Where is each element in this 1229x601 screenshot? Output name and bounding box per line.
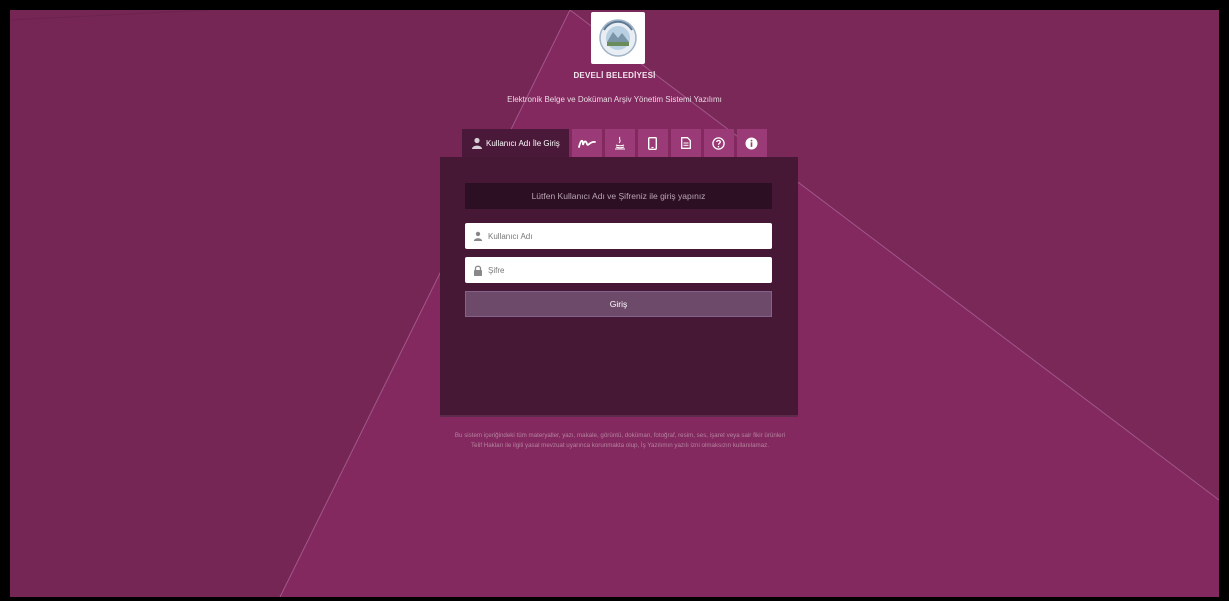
user-icon xyxy=(472,137,482,149)
user-icon xyxy=(473,231,483,241)
tab-help[interactable] xyxy=(703,129,734,157)
username-field[interactable] xyxy=(465,223,772,249)
tab-mobile-signature[interactable] xyxy=(637,129,668,157)
municipality-seal-icon xyxy=(599,19,637,57)
tab-info[interactable] xyxy=(736,129,767,157)
login-page: DEVELİ BELEDİYESİ Elektronik Belge ve Do… xyxy=(10,10,1219,597)
lock-icon xyxy=(474,265,482,276)
password-input[interactable] xyxy=(488,265,758,275)
tab-username-login[interactable]: Kullanıcı Adı İle Giriş xyxy=(462,129,569,157)
login-panel: Lütfen Kullanıcı Adı ve Şifreniz ile gir… xyxy=(440,157,798,417)
tab-e-signature[interactable] xyxy=(571,129,602,157)
tab-document[interactable] xyxy=(670,129,701,157)
login-button[interactable]: Giriş xyxy=(465,291,772,317)
java-icon xyxy=(614,136,625,150)
application-title: Elektronik Belge ve Doküman Arşiv Yöneti… xyxy=(507,95,722,104)
tab-username-login-label: Kullanıcı Adı İle Giriş xyxy=(486,138,560,148)
login-method-tabs: Kullanıcı Adı İle Giriş xyxy=(462,129,767,157)
municipality-logo xyxy=(591,12,645,64)
copyright-notice: Bu sistem içeriğindeki tüm materyaller, … xyxy=(454,432,786,449)
username-input[interactable] xyxy=(488,231,758,241)
document-icon xyxy=(680,137,691,149)
signature-icon xyxy=(577,139,596,148)
organization-name: DEVELİ BELEDİYESİ xyxy=(573,71,656,80)
password-field[interactable] xyxy=(465,257,772,283)
help-icon xyxy=(712,136,726,150)
tab-java[interactable] xyxy=(604,129,635,157)
info-icon xyxy=(745,137,758,149)
mobile-icon xyxy=(648,136,658,150)
login-instruction: Lütfen Kullanıcı Adı ve Şifreniz ile gir… xyxy=(465,183,772,209)
